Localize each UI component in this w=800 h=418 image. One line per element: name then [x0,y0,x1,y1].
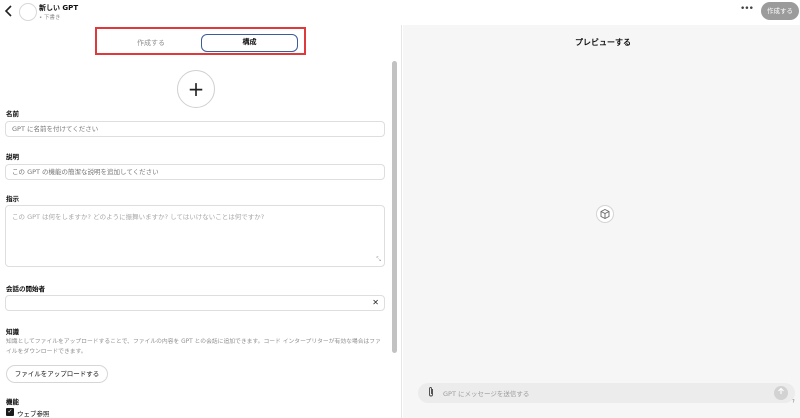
knowledge-label: 知識 [6,328,19,336]
scrollbar[interactable] [392,61,397,353]
description-label: 説明 [6,153,19,161]
editor-panel: 作成する 構成 + 名前 説明 指示 この GPT は何をしますか? どのように… [0,25,402,418]
conversation-starter-field[interactable]: ✕ [5,295,385,311]
web-browsing-checkbox[interactable]: ✓ [6,408,14,416]
create-button[interactable]: 作成する [761,2,799,20]
add-image-button[interactable]: + [177,70,215,108]
tab-configure[interactable]: 構成 [201,34,298,52]
gpt-title: 新しい GPT [39,4,79,12]
instructions-label: 指示 [6,195,19,203]
preview-panel: プレビューする GPT にメッセージを送信する ? [403,25,800,418]
knowledge-description: 知識としてファイルをアップロードすることで、ファイルの内容を GPT との会話に… [6,339,381,355]
paperclip-icon[interactable] [427,386,435,401]
draft-status: • 下書き [39,15,61,21]
instructions-field[interactable]: この GPT は何をしますか? どのように振舞いますか? してはいけないことは何… [5,205,385,267]
more-options-icon[interactable]: ••• [740,4,754,14]
gpt-avatar [19,3,37,21]
message-input[interactable]: GPT にメッセージを送信する [418,383,795,403]
web-browsing-label: ウェブ参照 [17,410,50,418]
send-button[interactable] [774,386,788,400]
description-field[interactable] [5,164,385,180]
tab-create[interactable]: 作成する [137,38,165,48]
top-bar: 新しい GPT • 下書き ••• 作成する [0,0,800,25]
cube-icon [596,205,614,223]
upload-file-button[interactable]: ファイルをアップロードする [6,365,108,383]
name-field[interactable] [5,121,385,137]
tab-switcher: 作成する 構成 [95,27,306,55]
instructions-placeholder: この GPT は何をしますか? どのように振舞いますか? してはいけないことは何… [12,213,265,221]
help-icon[interactable]: ? [792,399,795,405]
name-label: 名前 [6,110,19,118]
conversation-starters-label: 会話の開始者 [6,285,45,293]
capabilities-label: 機能 [6,398,19,406]
preview-title: プレビューする [575,38,631,47]
resize-handle-icon[interactable]: ⤡ [376,256,381,264]
chevron-left-icon[interactable] [4,4,16,20]
clear-starter-icon[interactable]: ✕ [372,298,379,307]
message-placeholder: GPT にメッセージを送信する [443,390,530,398]
